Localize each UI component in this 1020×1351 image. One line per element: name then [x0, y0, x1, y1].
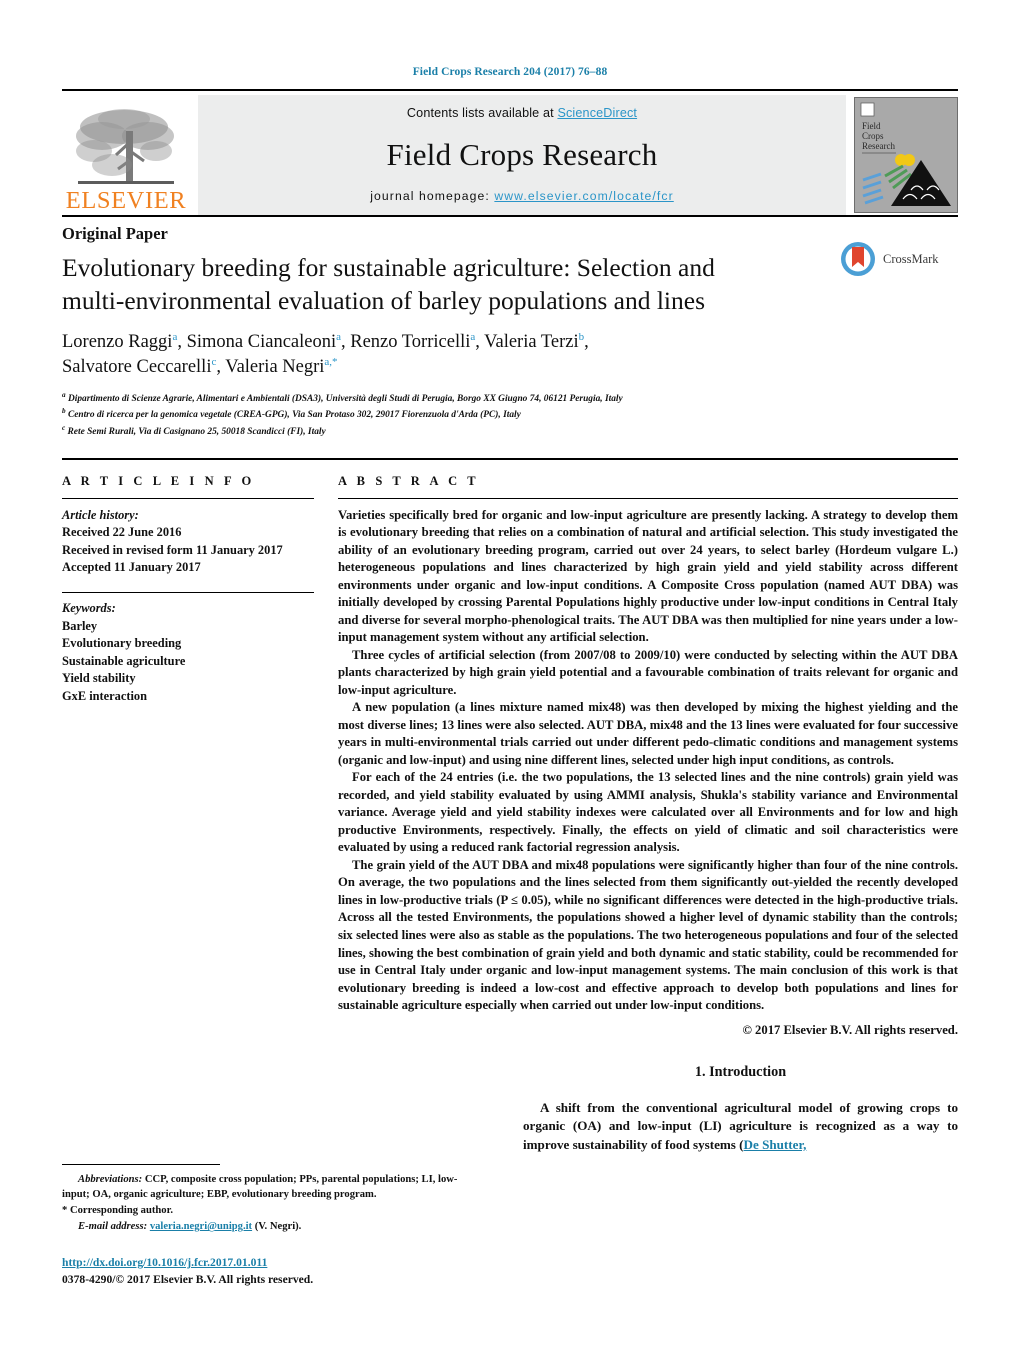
affil-marker-a: a: [172, 331, 178, 344]
email-label: E-mail address:: [78, 1221, 148, 1233]
abbreviations-line: Abbreviations: CCP, composite cross popu…: [62, 1172, 462, 1204]
homepage-prefix: journal homepage:: [370, 189, 495, 203]
citation-link[interactable]: De Shutter,: [744, 1137, 807, 1152]
affil-sup-a: a: [62, 390, 66, 399]
sciencedirect-link[interactable]: ScienceDirect: [557, 106, 637, 120]
page-title: Evolutionary breeding for sustainable ag…: [62, 253, 715, 315]
affil-sup-b: b: [62, 407, 66, 416]
keyword-item: Evolutionary breeding: [62, 636, 182, 651]
affil-marker-c: c: [211, 356, 217, 369]
running-head: Field Crops Research 204 (2017) 76–88: [412, 66, 608, 78]
email-link[interactable]: valeria.negri@unipg.it: [150, 1221, 252, 1232]
intro-text: A shift from the conventional agricultur…: [523, 1099, 958, 1152]
journal-masthead: ELSEVIER Contents lists available at Sci…: [62, 89, 958, 215]
issn-copyright-line: 0378-4290/© 2017 Elsevier B.V. All right…: [62, 1272, 314, 1286]
elsevier-logo: ELSEVIER: [62, 95, 190, 215]
article-info-rule: [62, 497, 314, 499]
abstract-copyright: © 2017 Elsevier B.V. All rights reserved…: [742, 1022, 958, 1037]
journal-cover-thumbnail: Field Crops Research: [854, 97, 958, 213]
abstract-paragraph: A new population (a lines mixture named …: [338, 700, 958, 767]
cover-art: Field Crops Research: [855, 98, 957, 212]
body-columns: Abbreviations: CCP, composite cross popu…: [62, 1064, 958, 1289]
contents-prefix: Contents lists available at: [406, 106, 558, 120]
article-header: Original Paper Evolutionary breeding for…: [62, 215, 958, 440]
journal-article-page: Field Crops Research 204 (2017) 76–88 EL…: [0, 0, 1020, 1351]
journal-homepage-line: journal homepage: www.elsevier.com/locat…: [370, 189, 674, 203]
abstract-rule: [338, 497, 958, 499]
affiliation-c-row: c Rete Semi Rurali, Via di Casignano 25,…: [62, 423, 958, 440]
contents-list-line: Contents lists available at ScienceDirec…: [407, 106, 637, 120]
footnotes-block: Abbreviations: CCP, composite cross popu…: [62, 1163, 457, 1236]
article-info-column: A R T I C L E I N F O Article history: R…: [62, 474, 314, 1038]
journal-band: Contents lists available at ScienceDirec…: [198, 95, 846, 215]
affiliation-a-row: a Dipartimento di Scienze Agrarie, Alime…: [62, 390, 958, 407]
abstract-body: Varieties specifically bred for organic …: [338, 507, 958, 1015]
journal-homepage-link[interactable]: www.elsevier.com/locate/fcr: [494, 189, 673, 203]
affil-sup-c: c: [62, 423, 66, 432]
affil-marker-a: a: [336, 331, 341, 344]
keywords-label: Keywords:: [62, 601, 116, 616]
keywords-block: Keywords: Barley Evolutionary breeding S…: [62, 600, 314, 706]
affiliation-b-row: b Centro di ricerca per la genomica vege…: [62, 406, 958, 423]
article-history-block: Article history: Received 22 June 2016 R…: [62, 507, 314, 577]
right-column: 1. Introduction A shift from the convent…: [523, 1064, 958, 1289]
author-list: Lorenzo Raggia, Simona Ciancaleonia, Ren…: [62, 331, 589, 378]
affil-marker-a-star: a,*: [324, 356, 338, 369]
abstract-paragraph: Varieties specifically bred for organic …: [338, 507, 958, 645]
crossmark-icon: [841, 242, 875, 276]
svg-text:Field: Field: [862, 121, 881, 131]
article-history-label: Article history:: [62, 507, 139, 522]
abstract-paragraph: For each of the 24 entries (i.e. the two…: [338, 770, 958, 855]
publication-footer: http://dx.doi.org/10.1016/j.fcr.2017.01.…: [62, 1255, 497, 1289]
affiliation-c: Rete Semi Rurali, Via di Casignano 25, 5…: [67, 427, 326, 438]
keyword-item: Barley: [62, 618, 98, 633]
elsevier-wordmark: ELSEVIER: [65, 186, 187, 214]
keyword-item: Yield stability: [62, 671, 136, 686]
history-item: Accepted 11 January 2017: [62, 560, 201, 575]
article-info-heading: A R T I C L E I N F O: [62, 473, 255, 488]
affiliation-b: Centro di ricerca per la genomica vegeta…: [67, 410, 521, 421]
svg-text:Research: Research: [862, 141, 895, 151]
keyword-item: Sustainable agriculture: [62, 653, 186, 668]
abstract-paragraph: The grain yield of the AUT DBA and mix48…: [338, 857, 958, 1013]
affil-marker-a: a: [470, 331, 476, 344]
crossmark-badge[interactable]: CrossMark: [838, 239, 958, 279]
keywords-rule: [62, 592, 314, 594]
doi-link[interactable]: http://dx.doi.org/10.1016/j.fcr.2017.01.…: [62, 1256, 267, 1269]
svg-text:Crops: Crops: [862, 131, 884, 141]
abbreviations-label: Abbreviations:: [78, 1173, 143, 1185]
crossmark-label: CrossMark: [883, 251, 939, 266]
abstract-paragraph: Three cycles of artificial selection (fr…: [338, 647, 958, 697]
introduction-body: A shift from the conventional agricultur…: [523, 1099, 958, 1155]
keyword-item: GxE interaction: [62, 689, 148, 704]
affil-marker-b: b: [578, 331, 585, 344]
history-item: Received in revised form 11 January 2017: [62, 542, 283, 557]
corresponding-author: * Corresponding author.: [62, 1205, 173, 1217]
affiliations: a Dipartimento di Scienze Agrarie, Alime…: [62, 390, 958, 440]
left-column: Abbreviations: CCP, composite cross popu…: [62, 1064, 497, 1289]
article-type: Original Paper: [62, 224, 168, 243]
abstract-column: A B S T R A C T Varieties specifically b…: [338, 474, 958, 1038]
elsevier-tree-icon: [76, 108, 174, 184]
introduction-paragraph: A shift from the conventional agricultur…: [523, 1099, 958, 1155]
affiliation-a: Dipartimento di Scienze Agrarie, Aliment…: [67, 393, 623, 404]
info-abstract-section: A R T I C L E I N F O Article history: R…: [62, 457, 958, 1038]
email-suffix: (V. Negri).: [254, 1221, 302, 1233]
history-item: Received 22 June 2016: [62, 525, 182, 540]
introduction-heading: 1. Introduction: [694, 1063, 787, 1080]
email-line: E-mail address: valeria.negri@unipg.it (…: [62, 1219, 462, 1235]
corresponding-author-line: * Corresponding author.: [62, 1203, 462, 1219]
journal-title: Field Crops Research: [386, 136, 658, 172]
abstract-heading: A B S T R A C T: [338, 473, 480, 488]
